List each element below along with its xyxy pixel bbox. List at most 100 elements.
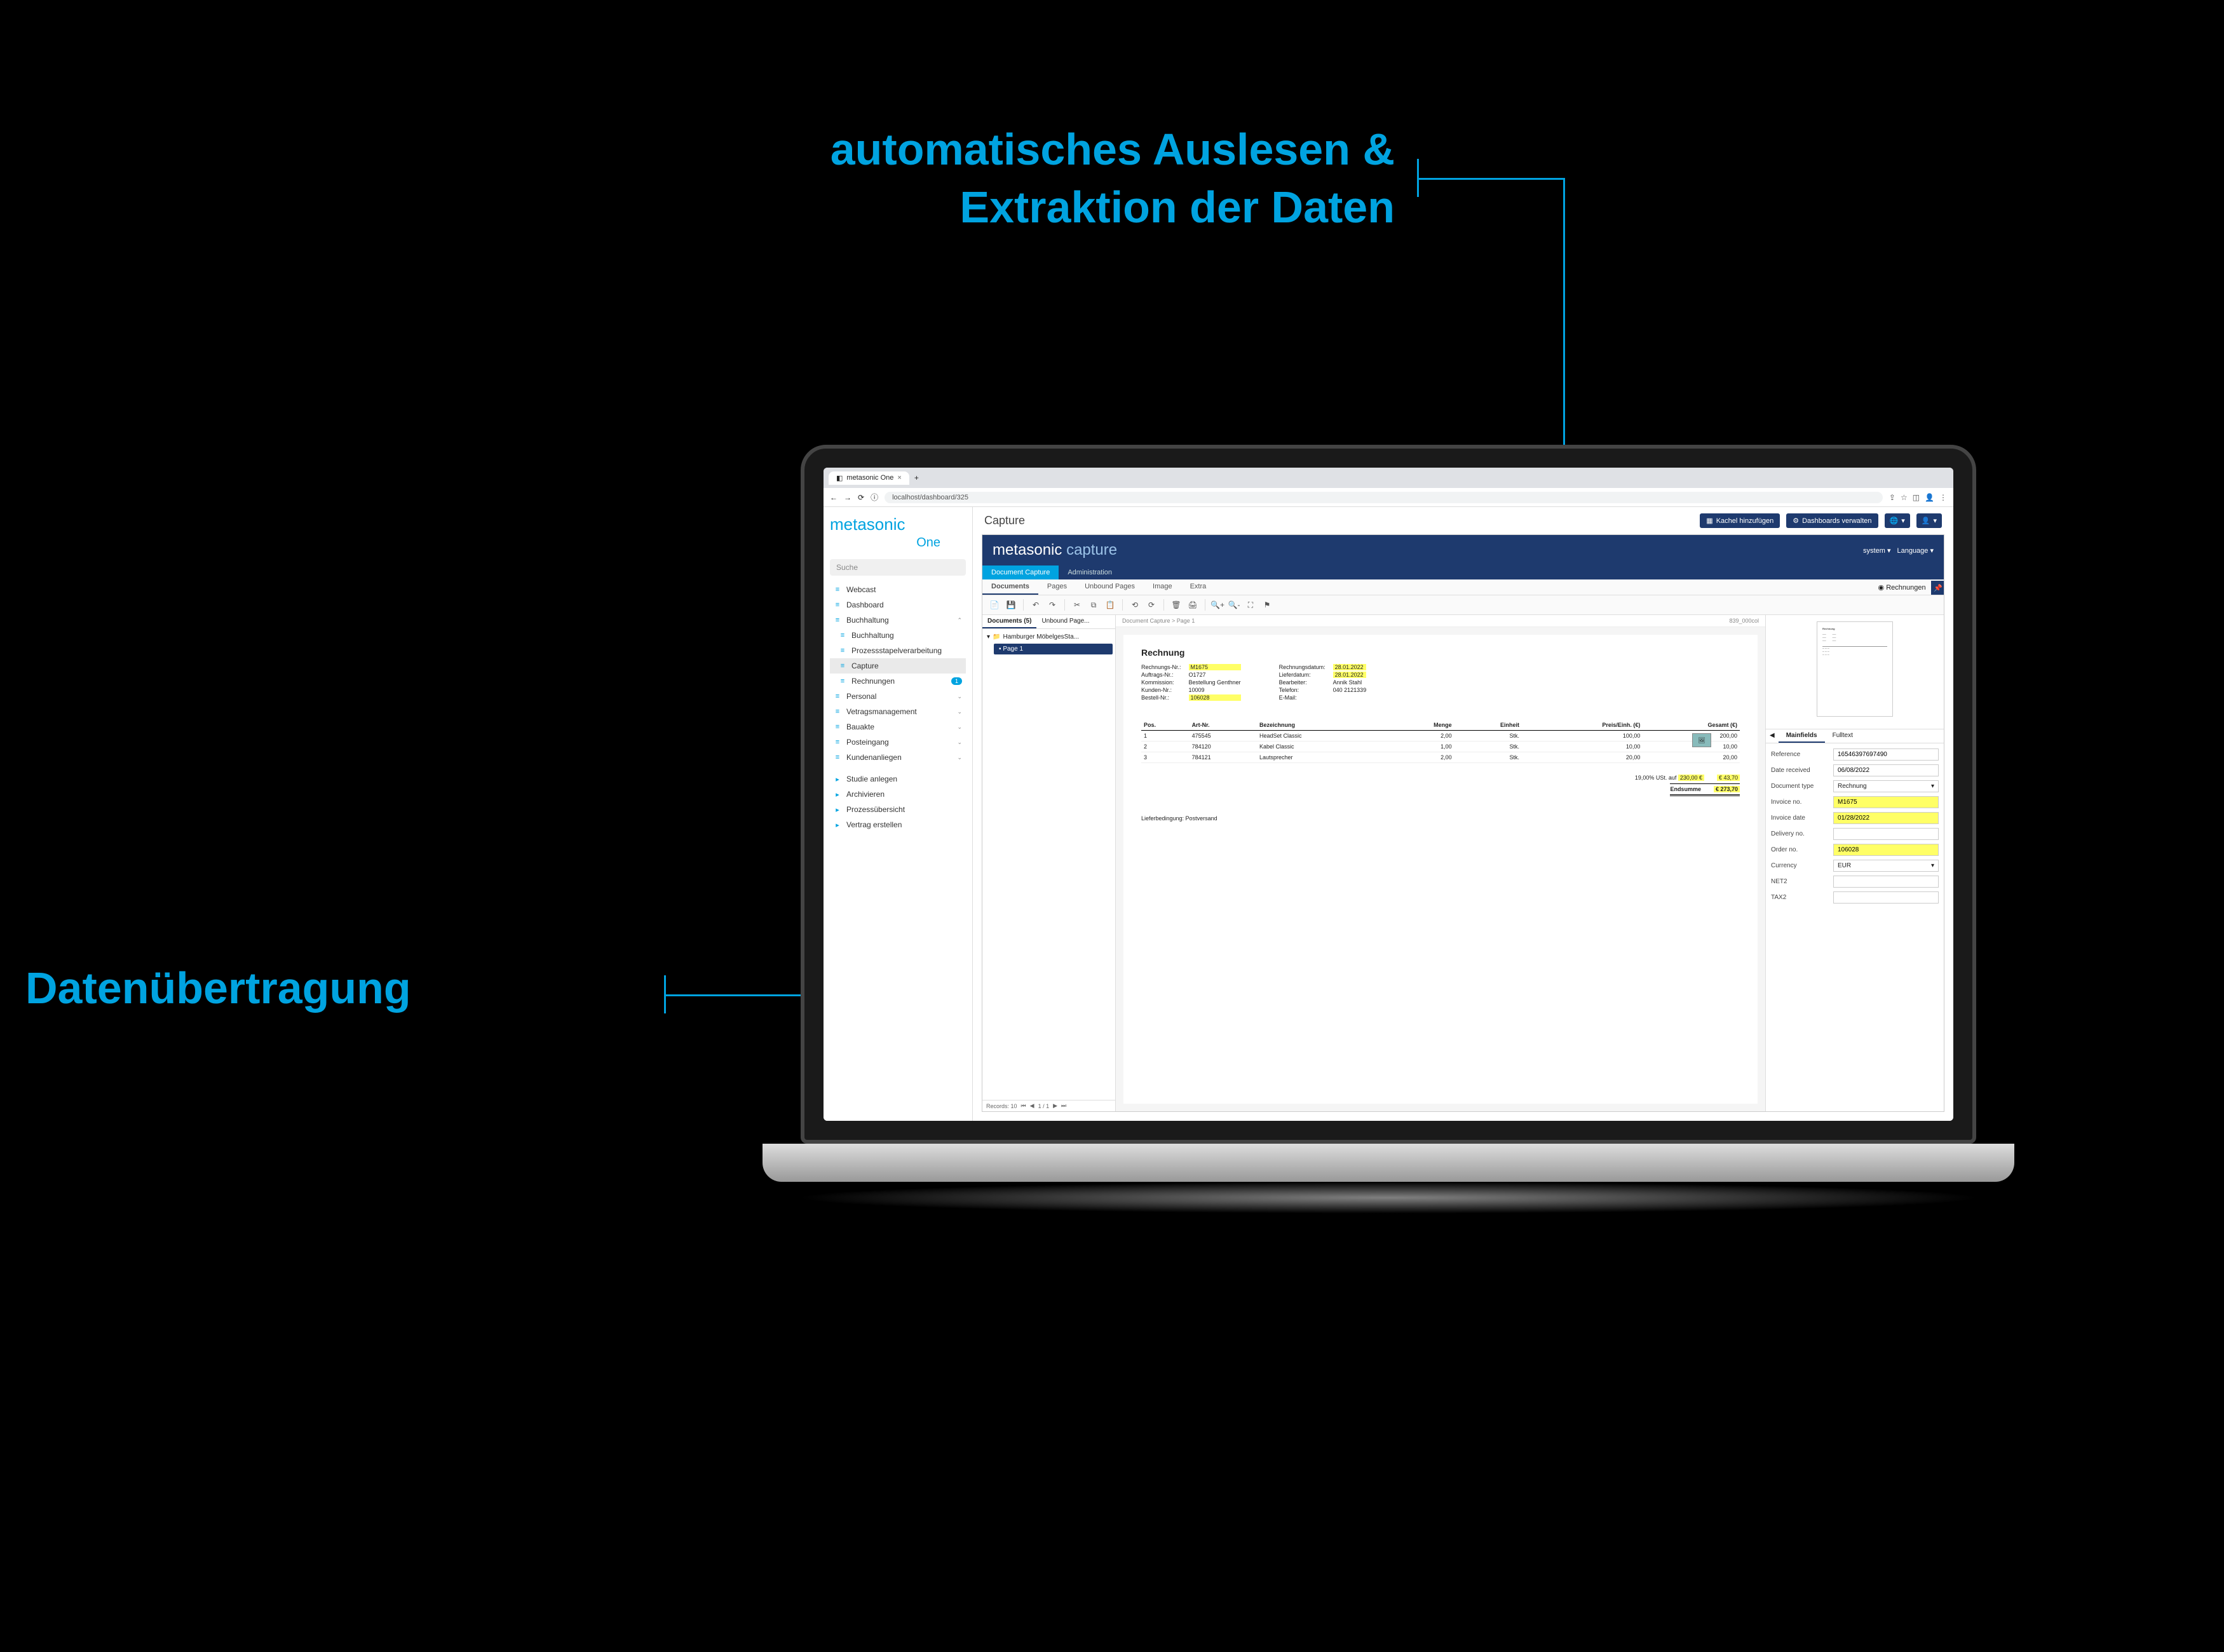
new-tab-button[interactable]: +	[914, 473, 919, 482]
page-thumbnail[interactable]: Rechnung ──────────── ─ ─ ── ─ ── ─ ─	[1817, 621, 1893, 717]
toolbar: 📄 💾 ↶ ↷ ✂ ⧉ 📋 ⟲ ⟳	[982, 595, 1944, 615]
pager-first-icon[interactable]: ⏮	[1021, 1102, 1026, 1109]
sidebar-item[interactable]: ≡Vetragsmanagement⌄	[830, 704, 966, 719]
fieldtab-prev-icon[interactable]: ◀	[1766, 729, 1779, 743]
field-label: Order no.	[1771, 846, 1828, 853]
undo-icon[interactable]: ↶	[1029, 598, 1043, 612]
redo-icon[interactable]: ↷	[1045, 598, 1059, 612]
language-menu[interactable]: Language ▾	[1897, 546, 1934, 555]
back-icon[interactable]: ←	[830, 493, 837, 502]
browser-tab[interactable]: ◧ metasonic One ×	[829, 471, 909, 485]
field-input[interactable]: Rechnung▾	[1833, 780, 1939, 792]
search-input[interactable]: Suche	[830, 559, 966, 576]
print-icon[interactable]: 🖨	[1186, 598, 1200, 612]
zoom-in-icon[interactable]: 🔍+	[1210, 598, 1224, 612]
rechnungen-toggle[interactable]: ◉ Rechnungen	[1878, 583, 1926, 592]
field-input[interactable]	[1833, 828, 1939, 840]
sidebar-item[interactable]: ≡Posteingang⌄	[830, 735, 966, 750]
subtab[interactable]: Unbound Pages	[1076, 579, 1144, 595]
sidebar-item[interactable]: ≡Capture	[830, 658, 966, 674]
sidebar-item-label: Buchhaltung	[851, 631, 894, 640]
paste-icon[interactable]: 📋	[1103, 598, 1117, 612]
save-icon[interactable]: 💾	[1004, 598, 1018, 612]
browser-tab-strip: ◧ metasonic One × +	[824, 468, 1953, 488]
cut-icon[interactable]: ✂	[1070, 598, 1084, 612]
subtab[interactable]: Extra	[1181, 579, 1216, 595]
language-button[interactable]: 🌐 ▾	[1885, 513, 1910, 528]
sidebar-item[interactable]: ≡Buchhaltung	[830, 628, 966, 643]
invoice-line-items: Pos.Art-Nr.BezeichnungMengeEinheitPreis/…	[1141, 720, 1740, 763]
profile-icon[interactable]: 👤	[1925, 493, 1934, 502]
field-tab[interactable]: Fulltext	[1825, 729, 1861, 743]
field-input[interactable]	[1833, 748, 1939, 761]
chevron-icon: ⌄	[957, 739, 962, 746]
field-input[interactable]	[1833, 876, 1939, 888]
flag-icon[interactable]: ⚑	[1260, 598, 1274, 612]
pager-next-icon[interactable]: ▶	[1053, 1102, 1057, 1109]
sidebar-item[interactable]: ≡Personal⌄	[830, 689, 966, 704]
sidebar-action[interactable]: ▸Archivieren	[830, 787, 966, 802]
menu-icon: ≡	[834, 601, 841, 609]
pin-icon[interactable]: 📌	[1931, 581, 1944, 595]
tree-folder[interactable]: ▾ 📁 Hamburger MöbelgesSta...	[985, 632, 1113, 642]
rotate-left-icon[interactable]: ⟲	[1128, 598, 1142, 612]
field-input[interactable]	[1833, 844, 1939, 856]
pager-last-icon[interactable]: ⏭	[1061, 1102, 1066, 1109]
sidebar-action[interactable]: ▸Vertrag erstellen	[830, 817, 966, 832]
system-menu[interactable]: system ▾	[1863, 546, 1890, 555]
sidebar-item[interactable]: ≡Buchhaltung⌃	[830, 613, 966, 628]
subtab[interactable]: Pages	[1038, 579, 1076, 595]
meta-label: Auftrags-Nr.:	[1141, 672, 1181, 678]
sidebar-action[interactable]: ▸Studie anlegen	[830, 771, 966, 787]
capture-nav-item[interactable]: Administration	[1059, 565, 1121, 579]
sidebar-item[interactable]: ≡Webcast	[830, 582, 966, 597]
sidebar-item[interactable]: ≡Prozessstapelverarbeitung	[830, 643, 966, 658]
capture-nav-item[interactable]: Document Capture	[982, 565, 1059, 579]
field-input[interactable]	[1833, 764, 1939, 776]
tab-close-icon[interactable]: ×	[897, 474, 901, 482]
tax-amount: € 43,70	[1717, 775, 1740, 781]
extension-icon[interactable]: ◫	[1913, 493, 1920, 502]
tree-page[interactable]: ▪ Page 1	[994, 644, 1113, 654]
field-label: Invoice no.	[1771, 799, 1828, 806]
add-tile-button[interactable]: ▦Kachel hinzufügen	[1700, 513, 1780, 528]
field-input[interactable]	[1833, 812, 1939, 824]
meta-label: E-Mail:	[1279, 694, 1326, 701]
sidebar-item[interactable]: ≡Rechnungen1	[830, 674, 966, 689]
page-title: Capture	[984, 514, 1693, 527]
tree-tab[interactable]: Documents (5)	[982, 615, 1036, 628]
copy-icon[interactable]: ⧉	[1087, 598, 1101, 612]
field-input[interactable]: EUR▾	[1833, 860, 1939, 872]
field-input[interactable]	[1833, 796, 1939, 808]
pager-prev-icon[interactable]: ◀	[1030, 1102, 1034, 1109]
sidebar-action-label: Archivieren	[846, 790, 885, 799]
sidebar-item[interactable]: ≡Bauakte⌄	[830, 719, 966, 735]
fit-icon[interactable]: ⛶	[1244, 598, 1258, 612]
subtab[interactable]: Documents	[982, 579, 1038, 595]
sidebar-action[interactable]: ▸Prozessübersicht	[830, 802, 966, 817]
rotate-right-icon[interactable]: ⟳	[1144, 598, 1158, 612]
menu-icon[interactable]: ⋮	[1939, 493, 1947, 502]
user-button[interactable]: 👤 ▾	[1916, 513, 1942, 528]
invoice-title: Rechnung	[1141, 647, 1740, 658]
zoom-label: 839_000col	[1729, 618, 1759, 624]
subtab[interactable]: Image	[1144, 579, 1181, 595]
delete-icon[interactable]: 🗑	[1169, 598, 1183, 612]
zoom-out-icon[interactable]: 🔍-	[1227, 598, 1241, 612]
annotation-top-2: Extraktion der Daten	[959, 182, 1395, 232]
reload-icon[interactable]: ⟳	[858, 493, 864, 502]
sidebar-item[interactable]: ≡Kundenanliegen⌄	[830, 750, 966, 765]
tree-tab[interactable]: Unbound Page...	[1036, 615, 1094, 628]
field-tab[interactable]: Mainfields	[1779, 729, 1825, 743]
info-icon[interactable]: ⓘ	[871, 492, 878, 503]
share-icon[interactable]: ⇪	[1889, 493, 1895, 502]
forward-icon[interactable]: →	[844, 493, 851, 502]
sidebar-item[interactable]: ≡Dashboard	[830, 597, 966, 613]
manage-dashboards-button[interactable]: ⚙Dashboards verwalten	[1786, 513, 1878, 528]
image-marker-icon: 🖼	[1692, 733, 1711, 747]
new-icon[interactable]: 📄	[987, 598, 1001, 612]
field-input[interactable]	[1833, 891, 1939, 904]
star-icon[interactable]: ☆	[1901, 493, 1908, 502]
address-bar[interactable]: localhost/dashboard/325	[885, 492, 1883, 503]
meta-label: Kunden-Nr.:	[1141, 687, 1181, 693]
